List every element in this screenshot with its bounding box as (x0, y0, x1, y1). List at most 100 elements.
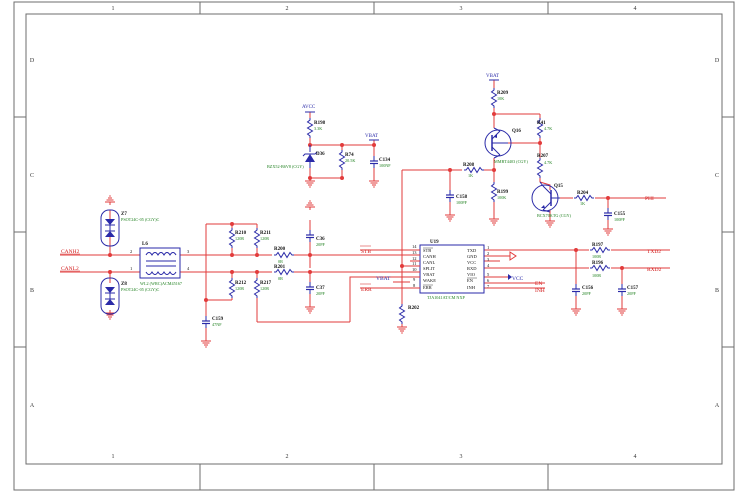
power-vbat-d: VBAT (365, 134, 379, 141)
u19-pin6-name: EN (467, 278, 474, 283)
c158-value: 100PF (456, 200, 468, 205)
u19-pin10-num: 10 (412, 267, 417, 272)
r210-value: 120R (235, 236, 244, 241)
q15-ref: Q15 (554, 184, 563, 189)
u19-pin14-num: 14 (412, 244, 417, 249)
gnd-c155 (602, 225, 614, 236)
capacitor-c134: C134 100NF (369, 155, 391, 169)
resistor-r198: R198 3.3K (307, 117, 326, 139)
u19-pin5-name: VIO (467, 272, 476, 277)
r217-value: 120R (260, 286, 269, 291)
u19-pin5-num: 5 (487, 272, 490, 277)
net-txd2: TXD2 (647, 249, 661, 255)
resistor-r210: R210 120R (229, 227, 247, 249)
net-inh: INH (535, 288, 545, 294)
gnd-c37 (304, 303, 316, 314)
zone-top-2: 2 (286, 6, 289, 12)
zone-bottom-4: 4 (634, 454, 637, 460)
resistor-r201: R201 0R (272, 265, 295, 281)
l6-value: WL2 (WRC)ACM45167 (140, 281, 182, 286)
l6-pin-4: 4 (187, 266, 190, 271)
u19-pin6-num: 6 (487, 278, 490, 283)
resistor-r204: R204 1K (573, 191, 595, 206)
net-err: ERR (361, 287, 372, 293)
power-avcc: AVCC (302, 105, 316, 113)
l6-pin-3: 3 (187, 249, 190, 254)
zone-labels-bottom: 1 2 3 4 (112, 454, 637, 460)
c157-value: 20PF (627, 291, 637, 296)
net-stb: STB (361, 249, 371, 255)
z8-value: PSOT24C-05 (CGY)C (121, 287, 159, 292)
gnd-d36 (304, 177, 316, 188)
u19-pin14-name: STB (423, 248, 431, 253)
u19-pin12-name: CANL (423, 260, 436, 265)
u19-value: TJA1041AT/CM NXP (427, 295, 465, 300)
avcc-label: AVCC (302, 105, 316, 110)
r198-value: 3.3K (314, 126, 322, 131)
gnd-c156 (570, 305, 582, 316)
u19-pin11-name: SPLIT (423, 266, 435, 271)
r207-value: 4.7K (544, 160, 552, 165)
u19-pin9-num: 9 (413, 277, 416, 282)
c159-value: 47NF (212, 322, 222, 327)
gnd-q15 (544, 217, 556, 228)
net-vcc: VCC (512, 276, 524, 282)
resistor-r207: R207 4.7K (537, 154, 552, 179)
c134-value: 100NF (379, 163, 391, 168)
net-labels: CANH 2 CANL 2 STB ERR VBAT TXD2 RXD2 VCC E… (60, 196, 662, 294)
r204-value: 1K (580, 201, 585, 206)
u19-ref: U19 (430, 240, 439, 245)
resistor-r217: R217 120R (254, 277, 272, 299)
u19-pin8-num: 8 (413, 283, 416, 288)
q16-value: MMBT4403 (CGY) (494, 159, 528, 164)
gnd-c157 (616, 305, 628, 316)
u19-pin1-num: 1 (487, 245, 489, 250)
zone-left-b: B (30, 288, 34, 294)
gnd-r202 (396, 323, 408, 334)
u19-pin2-name: GND (467, 254, 477, 259)
zone-top-4: 4 (634, 6, 637, 12)
r211-value: 120R (260, 236, 269, 241)
u19-pin9-name: WAKE (423, 278, 436, 283)
u19-pin11-num: 11 (412, 261, 416, 266)
d36-ref: D36 (316, 152, 325, 157)
resistor-r200: R200 0R (272, 247, 295, 264)
r202-ref: R202 (408, 306, 420, 311)
resistor-r197: R197 100R (589, 243, 611, 259)
wires (60, 80, 670, 340)
u19-pin3-name: VCC (467, 260, 476, 265)
zone-right-b: B (715, 288, 719, 294)
c36-value: 20PF (316, 242, 326, 247)
net-rxd2: RXD2 (647, 267, 662, 273)
r201-value: 0R (278, 276, 283, 281)
capacitor-c156: C156 20PF (571, 283, 594, 297)
resistor-r74: R74 20.5K (339, 149, 355, 171)
q16-ref: Q16 (512, 129, 521, 134)
d36-value: BZX52-B6V8 (CGY) (267, 164, 304, 169)
choke-l6: L6 WL2 (WRC)ACM45167 2 1 3 4 (130, 242, 190, 286)
resistor-r199: R199 100K (491, 181, 509, 203)
r41-value: 4.7K (544, 126, 552, 131)
zone-right-d: D (715, 58, 720, 64)
zone-bottom-3: 3 (460, 454, 463, 460)
ground-symbols (104, 177, 628, 348)
r196-value: 100R (592, 273, 601, 278)
resistor-r212: R212 120R (229, 277, 247, 299)
capacitor-c158: C158 100PF (445, 189, 468, 205)
z7-value: PSOT24C-05 (CGY)C (121, 217, 159, 222)
zone-labels-right: D C B A (715, 58, 720, 409)
net-phi: PHI (645, 196, 654, 202)
schematic-sheet: 1 2 3 4 1 2 3 4 D C B A D C B A CANH2 CA… (13, 1, 735, 491)
gnd-c134 (368, 177, 380, 188)
net-vbat-u19: VBAT (376, 276, 391, 282)
r200-ref: R200 (274, 247, 286, 252)
zone-bottom-1: 1 (112, 454, 115, 460)
drawing-frame (13, 1, 735, 491)
u19-pin10-name: VBAT (423, 272, 435, 277)
l6-pin-1: 1 (130, 266, 132, 271)
r207-ref: R207 (537, 154, 549, 159)
zone-labels-left: D C B A (30, 58, 35, 409)
transistor-q15: Q15 BCX70KTG (CGY) (531, 181, 572, 218)
power-vbat-q: VBAT (486, 74, 499, 81)
c156-value: 20PF (582, 291, 592, 296)
